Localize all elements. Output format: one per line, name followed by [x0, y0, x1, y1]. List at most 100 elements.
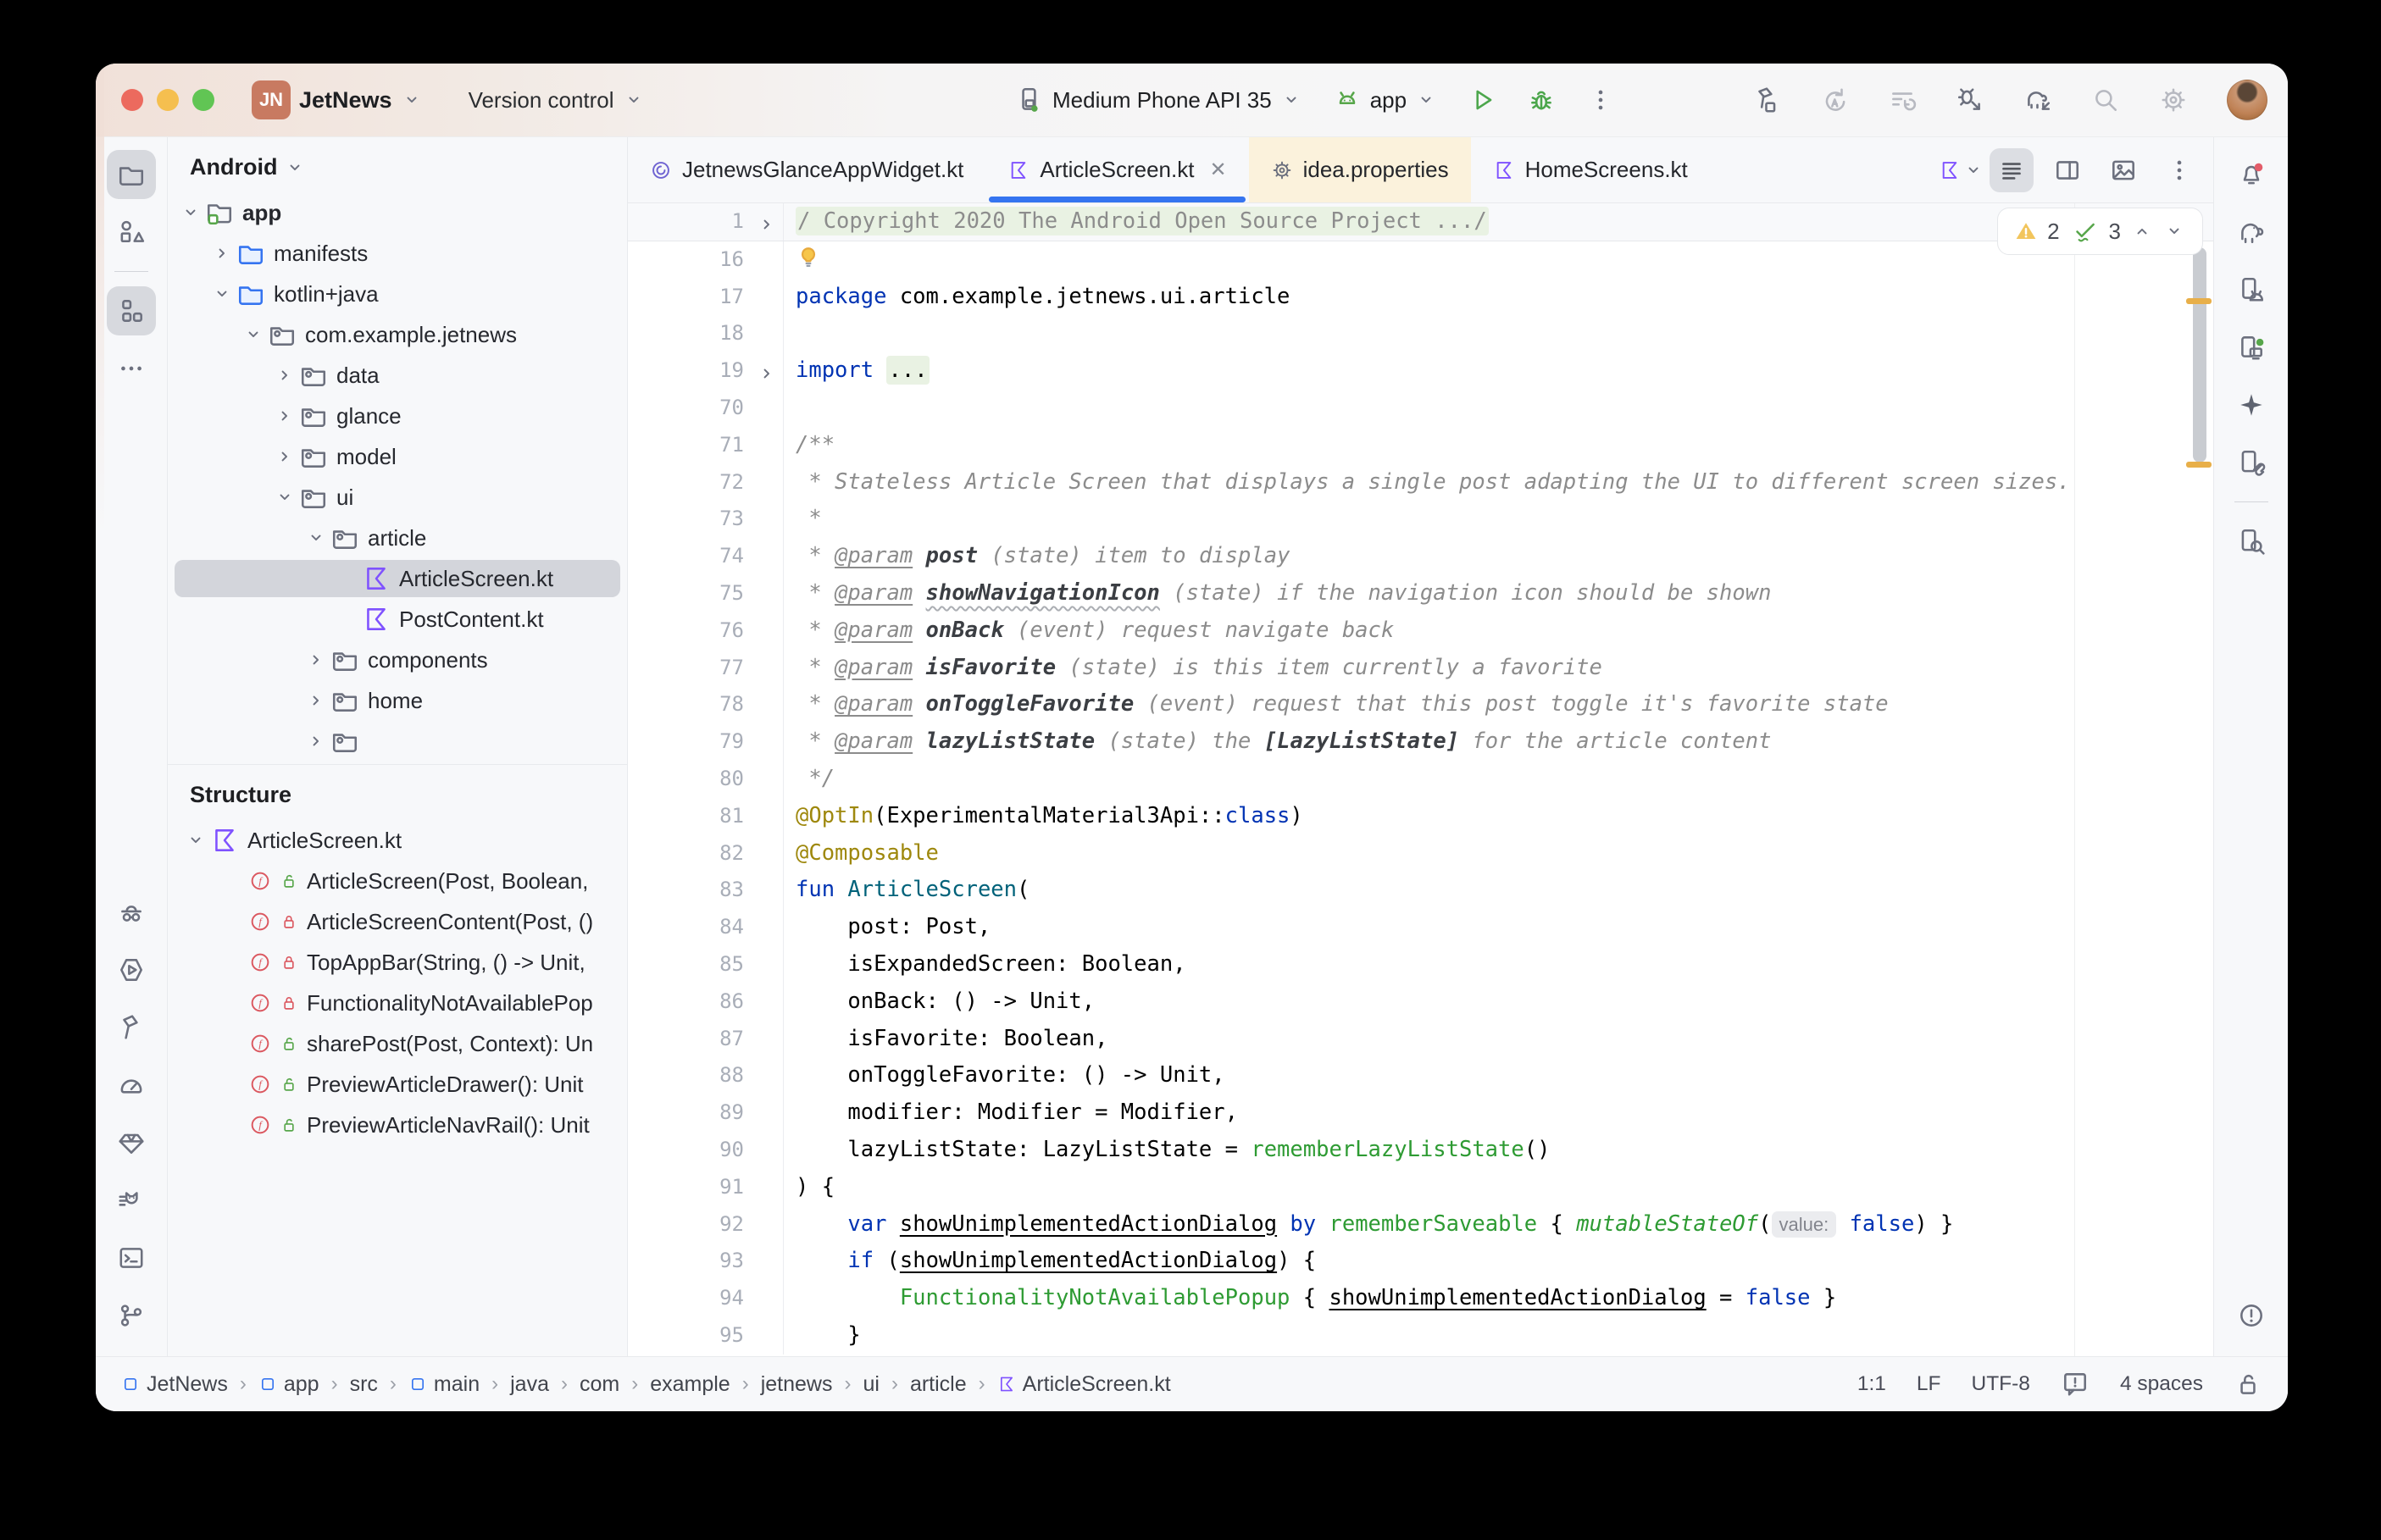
- file-encoding[interactable]: UTF-8: [1972, 1372, 2030, 1396]
- code-line-75[interactable]: 75 * @param showNavigationIcon (state) i…: [628, 575, 2213, 612]
- notifications-tool-button[interactable]: [2227, 150, 2276, 199]
- expand-toggle[interactable]: [270, 402, 299, 430]
- code-line-95[interactable]: 95 }: [628, 1317, 2213, 1354]
- vcs-widget[interactable]: Version control: [469, 87, 645, 114]
- code-line-79[interactable]: 79 * @param lazyListState (state) the [L…: [628, 723, 2213, 761]
- code-line-92[interactable]: 92 var showUnimplementedActionDialog by …: [628, 1206, 2213, 1244]
- tab-idea.properties[interactable]: idea.properties: [1249, 137, 1471, 202]
- code-line-86[interactable]: 86 onBack: () -> Unit,: [628, 983, 2213, 1021]
- app-quality-insights-tool-button[interactable]: [107, 888, 156, 937]
- expand-toggle[interactable]: [302, 686, 330, 715]
- expand-toggle[interactable]: [208, 239, 236, 268]
- inspections-status-icon[interactable]: [2061, 1370, 2090, 1399]
- expand-toggle[interactable]: [302, 645, 330, 674]
- code-line-74[interactable]: 74 * @param post (state) item to display: [628, 538, 2213, 575]
- preview-image-button[interactable]: [2101, 148, 2145, 192]
- breadcrumb-example[interactable]: example: [650, 1372, 730, 1397]
- build-hammer-icon[interactable]: [1752, 86, 1781, 114]
- write-access-unlock-icon[interactable]: [2234, 1370, 2262, 1399]
- code-line-82[interactable]: 82@Composable: [628, 835, 2213, 872]
- expand-toggle[interactable]: [270, 361, 299, 390]
- more-run-options-kebab[interactable]: [1586, 86, 1615, 114]
- breadcrumb-article[interactable]: article: [910, 1372, 967, 1397]
- breadcrumb-ArticleScreen.kt[interactable]: ArticleScreen.kt: [997, 1372, 1171, 1397]
- structure-item[interactable]: fFunctionalityNotAvailablePop: [168, 983, 627, 1023]
- code-line-71[interactable]: 71/**: [628, 427, 2213, 464]
- next-issue-button[interactable]: [2163, 220, 2185, 242]
- breadcrumb-java[interactable]: java: [510, 1372, 549, 1397]
- code-line-91[interactable]: 91) {: [628, 1169, 2213, 1206]
- structure-item[interactable]: fTopAppBar(String, () -> Unit,: [168, 942, 627, 983]
- run-button[interactable]: [1468, 86, 1496, 114]
- expand-toggle[interactable]: [208, 280, 236, 308]
- code-line-18[interactable]: 18: [628, 315, 2213, 352]
- breadcrumb-src[interactable]: src: [350, 1372, 378, 1397]
- more-tool-windows-tool-button[interactable]: [107, 344, 156, 393]
- code-line-16[interactable]: 16: [628, 241, 2213, 279]
- device-explorer-tool-button[interactable]: [2227, 517, 2276, 566]
- settings-icon[interactable]: [2159, 86, 2188, 114]
- editor-body[interactable]: 1/ Copyright 2020 The Android Open Sourc…: [628, 203, 2213, 1356]
- fold-toggle-icon[interactable]: [756, 211, 778, 233]
- app-inspection-tool-button[interactable]: [107, 1118, 156, 1167]
- structure-item[interactable]: fArticleScreenContent(Post, (): [168, 901, 627, 942]
- expand-toggle[interactable]: [181, 826, 210, 855]
- tree-item-components[interactable]: components: [168, 640, 627, 680]
- code-line-73[interactable]: 73 *: [628, 501, 2213, 538]
- code-line-80[interactable]: 80 */: [628, 761, 2213, 798]
- hidden-tabs-dropdown[interactable]: [1939, 137, 1984, 202]
- fold-toggle-icon[interactable]: [756, 360, 778, 382]
- code-line-85[interactable]: 85 isExpandedScreen: Boolean,: [628, 946, 2213, 983]
- breadcrumb-ui[interactable]: ui: [863, 1372, 879, 1397]
- structure-item[interactable]: fArticleScreen(Post, Boolean,: [168, 861, 627, 901]
- code-line-94[interactable]: 94 FunctionalityNotAvailablePopup { show…: [628, 1280, 2213, 1317]
- project-tool-button[interactable]: [107, 150, 156, 199]
- breadcrumb-com[interactable]: com: [580, 1372, 619, 1397]
- close-window-button[interactable]: [121, 89, 143, 111]
- line-separator[interactable]: LF: [1917, 1372, 1941, 1396]
- breadcrumb-jetnews[interactable]: jetnews: [761, 1372, 833, 1397]
- expand-toggle[interactable]: [176, 198, 205, 227]
- search-everywhere-icon[interactable]: [2091, 86, 2120, 114]
- gradle-tool-button[interactable]: [2227, 208, 2276, 257]
- code-line-70[interactable]: 70: [628, 390, 2213, 427]
- device-mirror-tool-button[interactable]: [2227, 438, 2276, 487]
- avatar[interactable]: [2227, 80, 2267, 120]
- code-line-87[interactable]: 87 isFavorite: Boolean,: [628, 1021, 2213, 1058]
- code-line-89[interactable]: 89 modifier: Modifier = Modifier,: [628, 1094, 2213, 1132]
- indent-setting[interactable]: 4 spaces: [2120, 1372, 2203, 1396]
- scrollbar-warning-mark[interactable]: [2186, 462, 2212, 468]
- code-line-77[interactable]: 77 * @param isFavorite (state) is this i…: [628, 650, 2213, 687]
- terminal-tool-button[interactable]: [107, 1233, 156, 1282]
- code-line-83[interactable]: 83fun ArticleScreen(: [628, 872, 2213, 909]
- code-line-76[interactable]: 76 * @param onBack (event) request navig…: [628, 612, 2213, 650]
- tree-item-data[interactable]: data: [168, 355, 627, 396]
- expand-toggle[interactable]: [270, 442, 299, 471]
- tree-item-app[interactable]: app: [168, 192, 627, 233]
- tree-item-PostContent.kt[interactable]: PostContent.kt: [168, 599, 627, 640]
- tab-JetnewsGlanceAppWidget.kt[interactable]: JetnewsGlanceAppWidget.kt: [628, 137, 985, 202]
- expand-toggle[interactable]: [239, 320, 268, 349]
- gemini-tool-button[interactable]: [2227, 380, 2276, 429]
- intention-bulb-icon[interactable]: [796, 243, 821, 272]
- code-line-17[interactable]: 17package com.example.jetnews.ui.article: [628, 279, 2213, 316]
- split-view-button[interactable]: [2045, 148, 2090, 192]
- project-widget[interactable]: JN JetNews: [252, 80, 423, 119]
- tab-ArticleScreen.kt[interactable]: ArticleScreen.kt✕: [985, 137, 1248, 202]
- structure-item[interactable]: fsharePost(Post, Context): Un: [168, 1023, 627, 1064]
- expand-toggle[interactable]: [270, 483, 299, 512]
- breadcrumb-JetNews[interactable]: JetNews: [121, 1372, 228, 1397]
- expand-toggle[interactable]: [333, 564, 362, 593]
- version-control-branch-tool-button[interactable]: [107, 1291, 156, 1340]
- zoom-window-button[interactable]: [192, 89, 214, 111]
- code-line-84[interactable]: 84 post: Post,: [628, 909, 2213, 946]
- tab-options-kebab-button[interactable]: [2157, 148, 2201, 192]
- expand-toggle[interactable]: [302, 727, 330, 756]
- breadcrumb-app[interactable]: app: [258, 1372, 319, 1397]
- code-line-78[interactable]: 78 * @param onToggleFavorite (event) req…: [628, 686, 2213, 723]
- structure-tool-button[interactable]: [107, 286, 156, 335]
- code-line-81[interactable]: 81@OptIn(ExperimentalMaterial3Api::class…: [628, 798, 2213, 835]
- project-view-selector[interactable]: Android: [168, 137, 627, 192]
- tree-item-com.example.jetnews[interactable]: com.example.jetnews: [168, 314, 627, 355]
- code-line-1[interactable]: 1/ Copyright 2020 The Android Open Sourc…: [628, 203, 2213, 241]
